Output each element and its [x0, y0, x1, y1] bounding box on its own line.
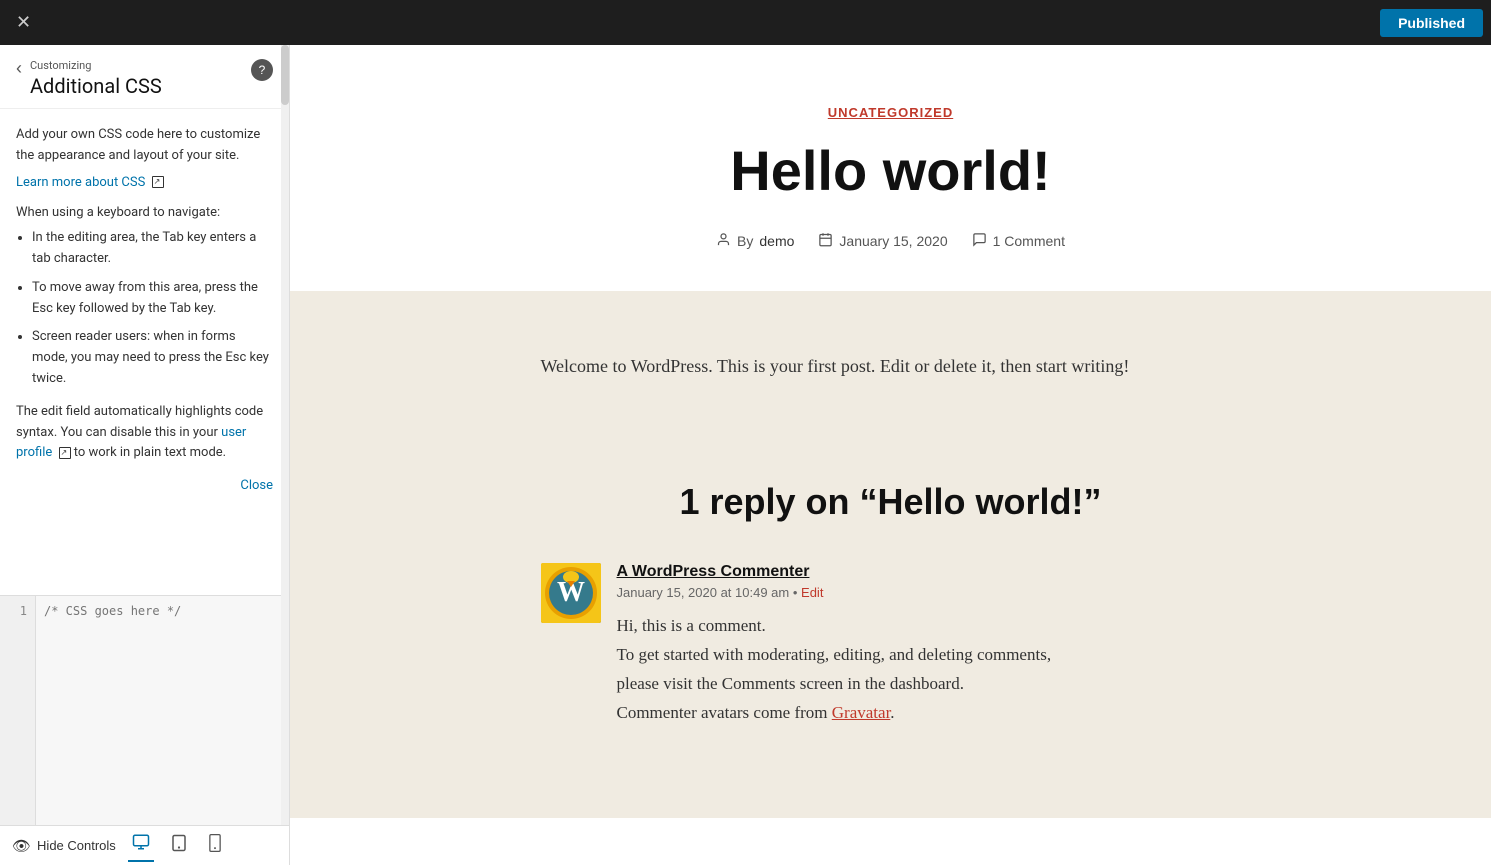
comment-line4-prefix: Commenter avatars come from	[617, 703, 828, 722]
comments-section: 1 reply on “Hello world!” W	[290, 441, 1491, 818]
post-header: UNCATEGORIZED Hello world! By demo	[441, 45, 1341, 291]
comment-line4: Commenter avatars come from Gravatar.	[617, 699, 1052, 728]
comment-body: A WordPress Commenter January 15, 2020 a…	[617, 563, 1052, 728]
meta-author-link[interactable]: demo	[759, 233, 794, 249]
preview-area: UNCATEGORIZED Hello world! By demo	[290, 45, 1491, 865]
comment-line3: please visit the Comments screen in the …	[617, 670, 1052, 699]
learn-more-css-link[interactable]: Learn more about CSS	[16, 175, 145, 190]
comment-line4-suffix: .	[890, 703, 894, 722]
comment-date: January 15, 2020 at 10:49 am	[617, 585, 790, 600]
avatar-image: W	[541, 563, 601, 623]
date-icon	[818, 232, 833, 251]
post-body-content: Welcome to WordPress. This is your first…	[541, 351, 1241, 382]
keyboard-hint-item: To move away from this area, press the E…	[32, 278, 273, 320]
comments-inner: 1 reply on “Hello world!” W	[541, 481, 1241, 728]
sidebar-description: Add your own CSS code here to customize …	[16, 125, 273, 167]
keyboard-hint-item: In the editing area, the Tab key enters …	[32, 228, 273, 270]
post-content-text: Welcome to WordPress. This is your first…	[541, 351, 1241, 382]
mobile-device-button[interactable]	[204, 830, 226, 861]
meta-comments-text: 1 Comment	[993, 233, 1065, 249]
meta-author-prefix: By	[737, 233, 753, 249]
eye-icon: 👁	[12, 837, 31, 855]
sidebar: ‹ Customizing Additional CSS ? Add your …	[0, 45, 290, 865]
comment-icon	[972, 232, 987, 251]
post-category[interactable]: UNCATEGORIZED	[461, 105, 1321, 120]
meta-author: By demo	[716, 232, 794, 251]
post-body: Welcome to WordPress. This is your first…	[290, 291, 1491, 442]
edit-field-note: The edit field automatically highlights …	[16, 402, 273, 464]
sidebar-title-block: Customizing Additional CSS	[30, 59, 251, 98]
line-number-1: 1	[4, 604, 27, 618]
comment-author-name[interactable]: A WordPress Commenter	[617, 563, 1052, 581]
meta-date: January 15, 2020	[818, 232, 947, 251]
meta-date-text: January 15, 2020	[839, 233, 947, 249]
sidebar-header: ‹ Customizing Additional CSS ?	[0, 45, 289, 109]
keyboard-hint-title: When using a keyboard to navigate:	[16, 203, 273, 224]
back-button[interactable]: ‹	[16, 59, 30, 77]
keyboard-hint-item: Screen reader users: when in forms mode,…	[32, 327, 273, 389]
line-numbers: 1	[0, 596, 36, 825]
top-bar: ✕ Published	[0, 0, 1491, 45]
tablet-device-button[interactable]	[166, 830, 192, 861]
desktop-device-button[interactable]	[128, 829, 154, 862]
comment-meta: January 15, 2020 at 10:49 am • Edit	[617, 585, 1052, 600]
close-link[interactable]: Close	[240, 476, 273, 497]
bottom-bar: 👁 Hide Controls	[0, 825, 289, 865]
keyboard-hint-list: In the editing area, the Tab key enters …	[16, 228, 273, 390]
help-button[interactable]: ?	[251, 59, 273, 81]
hide-controls-button[interactable]: 👁 Hide Controls	[12, 837, 116, 855]
comment-item: W A WordPress Commenter January 15, 2020…	[541, 563, 1241, 728]
comment-line1: Hi, this is a comment.	[617, 612, 1052, 641]
comment-avatar: W	[541, 563, 601, 623]
meta-comments: 1 Comment	[972, 232, 1065, 251]
post-meta: By demo January 15, 2020	[461, 232, 1321, 251]
main-layout: ‹ Customizing Additional CSS ? Add your …	[0, 45, 1491, 865]
comment-meta-dot: •	[793, 585, 801, 600]
post-title: Hello world!	[461, 140, 1321, 202]
hide-controls-label: Hide Controls	[37, 838, 116, 853]
external-link-icon	[152, 176, 164, 188]
customizing-label: Customizing	[30, 59, 251, 72]
comment-text: Hi, this is a comment. To get started wi…	[617, 612, 1052, 728]
close-button[interactable]: ✕	[8, 8, 39, 37]
author-icon	[716, 232, 731, 251]
css-editor: 1	[0, 595, 289, 825]
sidebar-scrollbar-thumb	[281, 45, 289, 105]
css-textarea[interactable]	[36, 596, 289, 825]
sidebar-scrollbar[interactable]	[281, 45, 289, 825]
comments-title: 1 reply on “Hello world!”	[541, 481, 1241, 523]
comment-edit-link[interactable]: Edit	[801, 585, 823, 600]
published-button[interactable]: Published	[1380, 9, 1483, 37]
gravatar-link[interactable]: Gravatar	[832, 703, 891, 722]
sidebar-main-title: Additional CSS	[30, 74, 251, 98]
comment-line2: To get started with moderating, editing,…	[617, 641, 1052, 670]
external-link-icon-2	[59, 447, 71, 459]
sidebar-content: Add your own CSS code here to customize …	[0, 109, 289, 595]
